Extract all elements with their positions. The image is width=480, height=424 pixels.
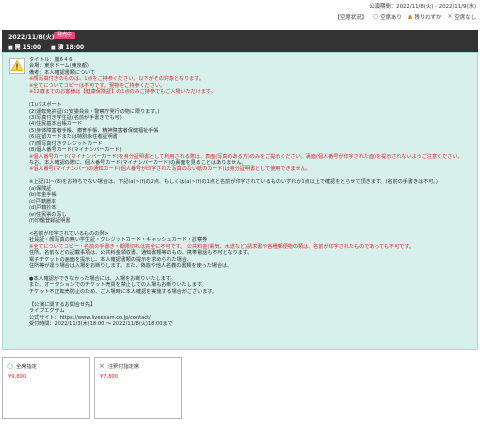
notice-panel: タイトル：嵐6 4 6 会場：東京ドーム(東京都) 備考：本人確認書類について ※顔写… [2,52,478,350]
seat-card-header: ○ 全席指定 [7,362,37,370]
notice-text: タイトル：嵐6 4 6 会場：東京ドーム(東京都) 備考：本人確認書類について ※顔写… [29,57,471,327]
event-date: 2022/11/8(火) [8,34,55,41]
seat-price: ¥7,800 [100,374,119,380]
legend-item-sold-out: × 空席なし [447,13,476,22]
event-header: 2022/11/8(火) 発売中 ■ 開 15:00 ■ 演 18:00 [2,30,478,52]
seat-price: ¥9,800 [8,374,27,380]
notice-line: 受付時間：2022/11/3(木)18:00 〜 2022/11/8(火)18:… [29,320,173,327]
open-time-value: 15:00 [22,45,42,51]
legend-item-few-left: ▲ 残りわずか [407,13,442,22]
start-label: 演 [57,45,64,51]
warning-icon [9,58,25,74]
calendar-icon: ■ [51,45,56,51]
legend-label: 残りわずか [414,15,442,21]
triangle-icon: ▲ [407,13,413,20]
availability-legend: 【空席状況】 ○ 空席あり ▲ 残りわずか × 空席なし [334,13,476,22]
legend-label: 空席あり [380,15,402,21]
seat-name: 注釈付指定席 [107,363,140,370]
circle-icon: ○ [372,13,379,20]
cross-icon: × [99,362,105,370]
event-times: ■ 開 15:00 ■ 演 18:00 [8,42,84,51]
cross-icon: × [447,13,453,20]
seat-card[interactable]: × 注釈付指定席 ¥7,800 [94,357,182,419]
seat-name: 全席指定 [16,363,37,370]
circle-icon: ○ [7,362,14,370]
open-label: 開 [14,45,21,51]
seat-card[interactable]: ○ 全席指定 ¥9,800 [2,357,90,419]
legend-label: 空席なし [454,15,476,21]
performance-period: 公演期間：2022/11/8(火) - 2022/11/9(水) [369,4,476,10]
top-info: 公演期間：2022/11/8(火) - 2022/11/9(水) 【空席状況】 … [0,0,480,30]
on-sale-badge: 発売中 [54,32,76,39]
notice-line: ※上記(1)~(8)をお持ちでない場合は、下記(a)~(f)の2点、もしくは(a… [29,179,438,186]
calendar-icon: ■ [8,45,13,51]
seat-card-header: × 注釈付指定席 [99,362,139,370]
legend-title: 【空席状況】 [334,15,367,21]
start-time: ■ 演 18:00 [51,42,84,51]
start-time-value: 18:00 [65,45,85,51]
legend-item-available: ○ 空席あり [372,13,402,22]
open-time: ■ 開 15:00 [8,42,41,51]
